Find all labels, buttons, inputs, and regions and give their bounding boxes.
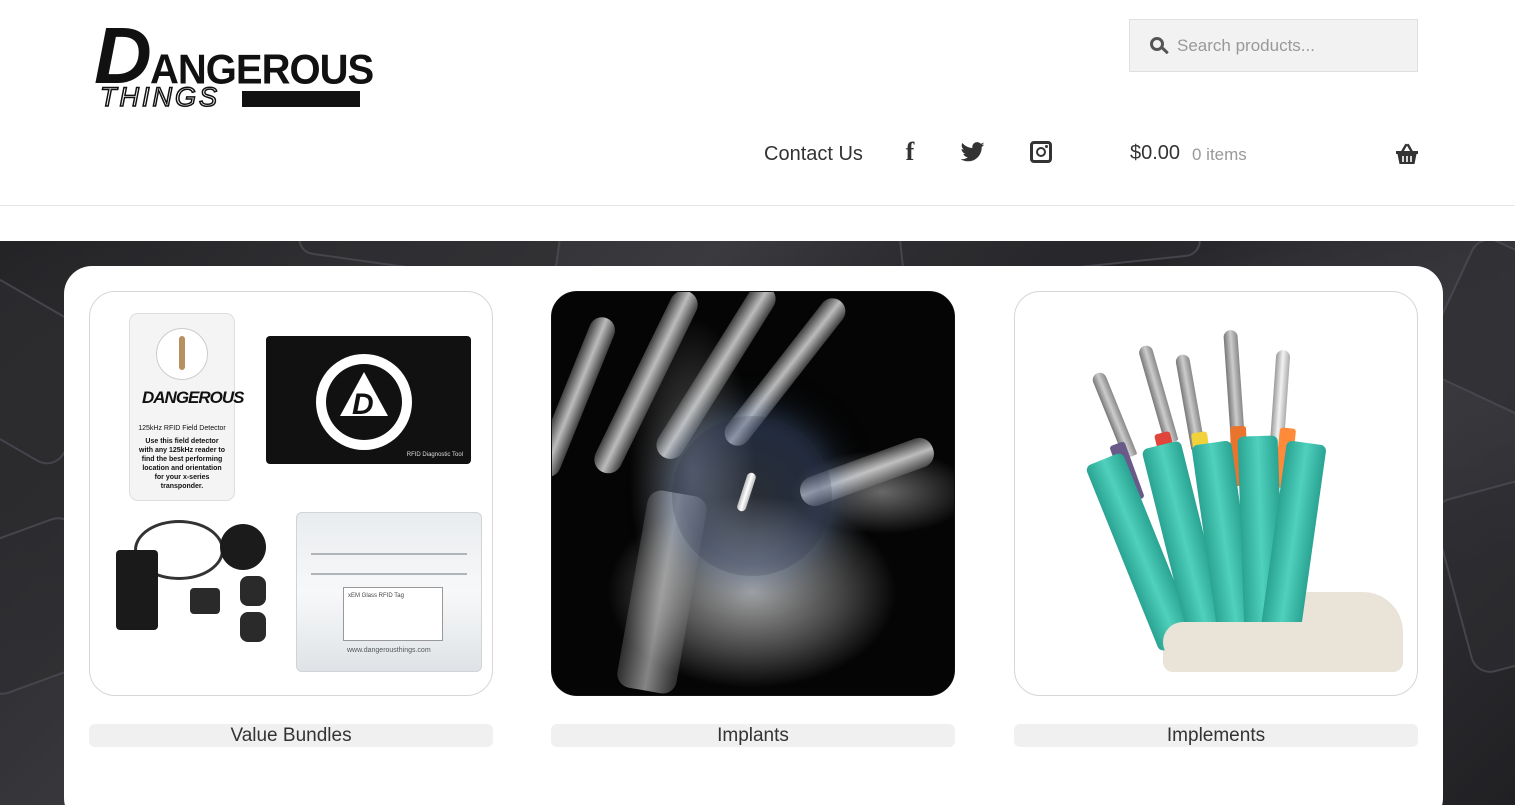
category-label-value-bundles[interactable]: Value Bundles [89,724,493,747]
twitter-icon[interactable] [960,139,986,165]
xray-hand-image [552,292,954,695]
logo-subtitle: THINGS [99,81,221,113]
site-header: D ANGEROUS THINGS Contact Us f $0.00 0 i… [0,0,1515,206]
diagnostic-tool-card: D RFID Diagnostic Tool [266,336,471,464]
category-image-implements[interactable] [1014,291,1418,696]
search-icon[interactable] [1150,36,1169,55]
site-logo[interactable]: D ANGEROUS THINGS [94,16,374,113]
reader-box [116,550,158,630]
detector-text: 125kHz RFID Field Detector Use this fiel… [138,425,226,490]
search-input[interactable] [1177,35,1407,56]
category-image-implants[interactable] [551,291,955,696]
category-label-implements[interactable]: Implements [1014,724,1418,747]
nav-contact-us[interactable]: Contact Us [764,143,863,166]
round-tag [220,524,266,570]
implant-highlight [672,416,832,576]
detector-logo: DANGEROUS [142,388,245,407]
instagram-icon[interactable] [1028,139,1054,165]
facebook-icon[interactable]: f [897,137,923,166]
basket-icon[interactable] [1395,143,1419,165]
cart-total[interactable]: $0.00 [1130,142,1180,165]
category-label-implants[interactable]: Implants [551,724,955,747]
category-image-value-bundles[interactable]: DANGEROUS 125kHz RFID Field Detector Use… [89,291,493,696]
tag-bag: xEM Glass RFID Tag www.dangerousthings.c… [296,512,482,672]
cart-item-count[interactable]: 0 items [1192,145,1247,165]
logo-bar [242,91,360,107]
field-detector-card: DANGEROUS 125kHz RFID Field Detector Use… [130,314,245,500]
search-box[interactable] [1129,19,1418,72]
